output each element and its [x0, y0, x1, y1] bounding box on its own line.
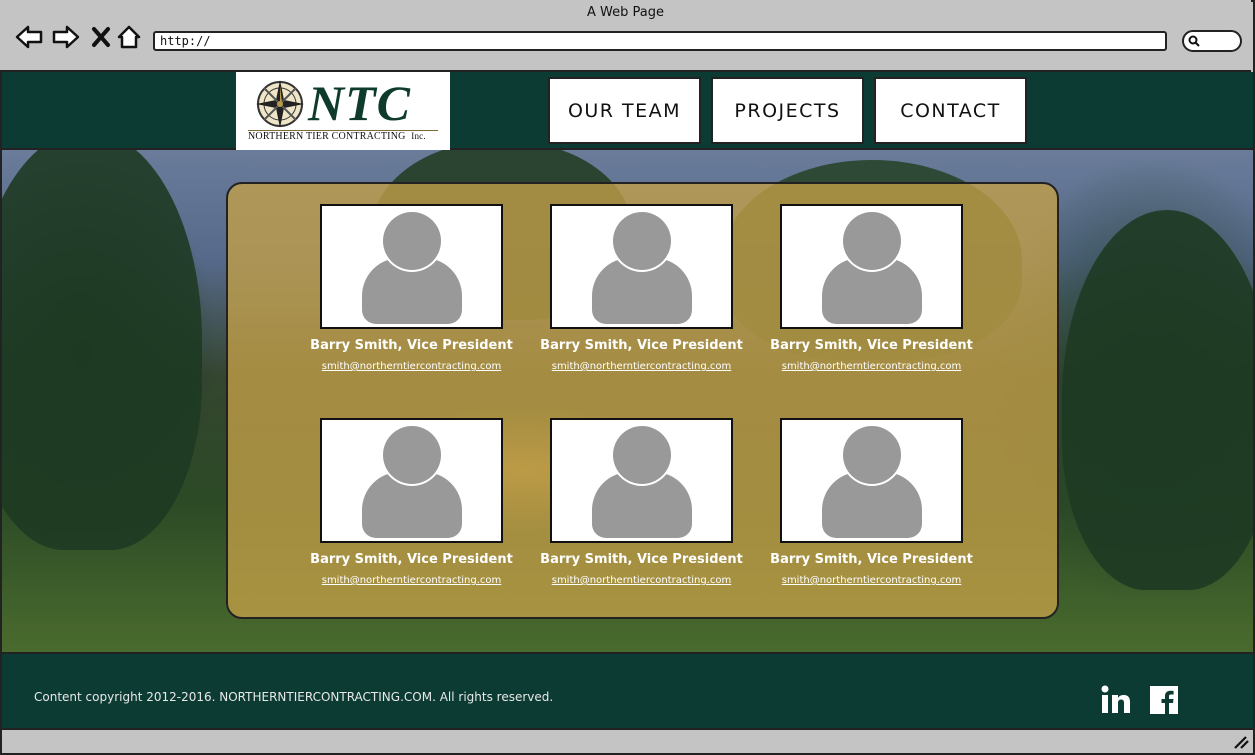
window-title: A Web Page: [587, 5, 664, 20]
team-member-name: Barry Smith, Vice President: [770, 338, 973, 353]
avatar: [550, 204, 733, 329]
team-member-name: Barry Smith, Vice President: [540, 338, 743, 353]
company-logo[interactable]: NTC NORTHERN TIER CONTRACTING Inc.: [236, 72, 450, 150]
team-member-name: Barry Smith, Vice President: [770, 552, 973, 567]
forward-icon[interactable]: [51, 22, 81, 52]
team-member-name: Barry Smith, Vice President: [540, 552, 743, 567]
browser-status-bar: [2, 728, 1253, 753]
facebook-icon[interactable]: [1148, 684, 1180, 716]
team-member-email[interactable]: smith@northerntiercontracting.com: [753, 361, 990, 372]
team-member-email[interactable]: smith@northerntiercontracting.com: [293, 575, 530, 586]
team-panel: Barry Smith, Vice President smith@northe…: [226, 182, 1059, 619]
team-member-card: Barry Smith, Vice President smith@northe…: [770, 204, 1020, 394]
team-member-name: Barry Smith, Vice President: [310, 338, 513, 353]
team-member-email[interactable]: smith@northerntiercontracting.com: [293, 361, 530, 372]
resize-grip-icon[interactable]: [1233, 735, 1249, 749]
team-member-email[interactable]: smith@northerntiercontracting.com: [523, 361, 760, 372]
logo-suffix: Inc.: [411, 131, 426, 141]
team-member-email[interactable]: smith@northerntiercontracting.com: [753, 575, 990, 586]
site-footer: Content copyright 2012-2016. NORTHERNTIE…: [2, 652, 1253, 728]
logo-wordmark: NTC: [308, 75, 411, 131]
web-page: NTC NORTHERN TIER CONTRACTING Inc. OUR T…: [2, 72, 1253, 728]
nav-our-team[interactable]: OUR TEAM: [548, 77, 701, 144]
avatar: [780, 204, 963, 329]
avatar: [550, 418, 733, 543]
stop-icon[interactable]: [86, 22, 116, 52]
avatar: [320, 418, 503, 543]
team-member-name: Barry Smith, Vice President: [310, 552, 513, 567]
url-input[interactable]: http://: [153, 31, 1167, 51]
copyright-text: Content copyright 2012-2016. NORTHERNTIE…: [34, 690, 554, 704]
team-member-card: Barry Smith, Vice President smith@northe…: [770, 418, 1020, 608]
nav-projects[interactable]: PROJECTS: [711, 77, 864, 144]
browser-search-field[interactable]: [1182, 30, 1242, 52]
back-icon[interactable]: [14, 22, 44, 52]
browser-toolbar: A Web Page http://: [0, 0, 1251, 72]
site-header: NTC NORTHERN TIER CONTRACTING Inc. OUR T…: [2, 72, 1253, 150]
avatar: [320, 204, 503, 329]
avatar: [780, 418, 963, 543]
nav-contact[interactable]: CONTACT: [874, 77, 1027, 144]
team-member-email[interactable]: smith@northerntiercontracting.com: [523, 575, 760, 586]
linkedin-icon[interactable]: [1100, 684, 1132, 716]
home-icon[interactable]: [114, 22, 144, 52]
compass-rose-icon: [256, 80, 304, 128]
logo-company-text: NORTHERN TIER CONTRACTING: [248, 131, 406, 142]
logo-company-name: NORTHERN TIER CONTRACTING Inc.: [248, 131, 426, 142]
search-icon: [1188, 35, 1200, 47]
